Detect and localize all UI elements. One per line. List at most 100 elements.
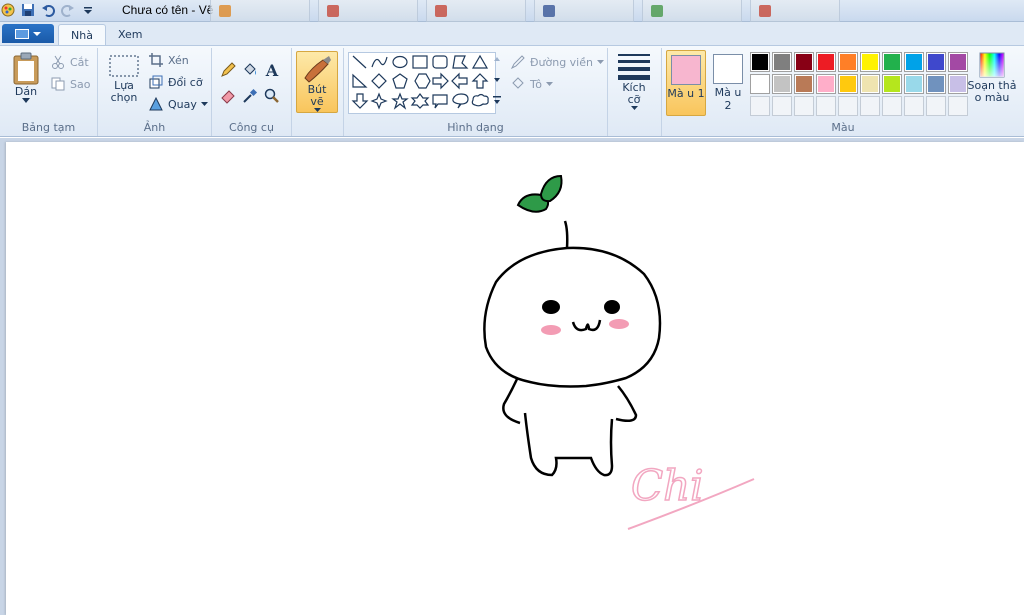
scissors-icon (50, 54, 66, 70)
rotate-button[interactable]: Quay (148, 96, 208, 112)
palette-color-swatch[interactable] (904, 74, 924, 94)
custom-color-slot[interactable] (794, 96, 814, 116)
palette-color-swatch[interactable] (926, 74, 946, 94)
palette-color-swatch[interactable] (838, 52, 858, 72)
redo-icon[interactable] (60, 2, 76, 18)
shape-fill-button[interactable]: Tô (510, 76, 554, 92)
eraser-tool[interactable] (218, 86, 238, 106)
clipboard-group: Dán Cắt Sao Bảng tạm (0, 48, 98, 136)
paste-button[interactable]: Dán (6, 52, 46, 104)
rectangle-shape-icon (412, 55, 428, 69)
brushes-button[interactable]: Bút vẽ (296, 51, 338, 113)
character-body (502, 378, 638, 477)
palette-color-swatch[interactable] (882, 52, 902, 72)
custom-color-slot[interactable] (750, 96, 770, 116)
custom-color-slot[interactable] (882, 96, 902, 116)
palette-color-swatch[interactable] (772, 52, 792, 72)
palette-color-swatch[interactable] (750, 74, 770, 94)
crop-label: Xén (168, 53, 189, 67)
shapes-gallery-scroll[interactable] (491, 52, 503, 114)
crop-button[interactable]: Xén (148, 52, 189, 68)
fill-tool[interactable] (240, 60, 260, 80)
color-spectrum-icon (979, 52, 1005, 78)
gallery-scroll-arrows-icon (493, 57, 501, 104)
title-bar: Chưa có tên - Vẽ (0, 0, 1024, 22)
palette-color-swatch[interactable] (860, 74, 880, 94)
edit-colors-label: Soạn thả o màu (967, 79, 1017, 104)
resize-button[interactable]: Đổi cỡ (148, 74, 203, 90)
palette-color-swatch[interactable] (860, 52, 880, 72)
cut-button[interactable]: Cắt (50, 54, 89, 70)
resize-icon (148, 74, 164, 90)
palette-color-swatch[interactable] (882, 74, 902, 94)
color-picker-tool[interactable] (240, 86, 260, 106)
tab-home[interactable]: Nhà (58, 24, 106, 45)
palette-color-swatch[interactable] (772, 74, 792, 94)
shapes-group-label: Hình dạng (447, 121, 504, 134)
palette-color-swatch[interactable] (816, 52, 836, 72)
background-tab (642, 0, 742, 22)
color-1-button[interactable]: Mà u 1 (666, 50, 706, 116)
background-tab (210, 0, 310, 22)
fill-bucket-icon (510, 76, 526, 92)
fill-bucket-icon (244, 63, 256, 75)
select-button[interactable]: Lựa chọn (104, 54, 144, 104)
copy-button[interactable]: Sao (50, 76, 90, 92)
right-arrow-shape-icon (432, 72, 449, 90)
custom-color-slot[interactable] (904, 96, 924, 116)
custom-color-slot[interactable] (838, 96, 858, 116)
size-label: Kích cỡ (622, 81, 646, 106)
clipboard-group-label: Bảng tạm (21, 121, 76, 134)
background-tab (318, 0, 418, 22)
color-2-button[interactable]: Mà u 2 (710, 50, 746, 116)
rotate-icon (148, 96, 164, 112)
resize-label: Đổi cỡ (168, 75, 203, 89)
palette-color-swatch[interactable] (926, 52, 946, 72)
tools-group: A Công cụ (212, 48, 292, 136)
size-button[interactable]: Kích cỡ (612, 52, 656, 114)
undo-icon[interactable] (40, 2, 56, 18)
color-2-label: Mà u 2 (714, 86, 742, 112)
drawing-canvas[interactable]: Chi (6, 142, 1024, 615)
color-2-swatch (713, 54, 743, 84)
tab-view[interactable]: Xem (106, 24, 155, 45)
customize-toolbar-icon[interactable] (80, 2, 96, 18)
palette-color-swatch[interactable] (838, 74, 858, 94)
palette-color-swatch[interactable] (948, 52, 968, 72)
custom-color-slot[interactable] (926, 96, 946, 116)
palette-color-swatch[interactable] (816, 74, 836, 94)
left-eye (542, 300, 560, 314)
text-icon: A (265, 60, 279, 80)
edit-colors-button[interactable]: Soạn thả o màu (966, 52, 1018, 114)
chevron-down-icon (596, 59, 604, 64)
text-tool[interactable]: A (262, 60, 282, 80)
palette-color-swatch[interactable] (750, 52, 770, 72)
palette-color-swatch[interactable] (794, 52, 814, 72)
custom-color-slot[interactable] (948, 96, 968, 116)
copy-icon (50, 76, 66, 92)
left-blush (541, 325, 561, 335)
ribbon: Dán Cắt Sao Bảng tạm Lựa chọn Xén Đổi cỡ (0, 45, 1024, 137)
palette-color-swatch[interactable] (948, 74, 968, 94)
pencil-tool[interactable] (218, 60, 238, 80)
palette-color-swatch[interactable] (794, 74, 814, 94)
ribbon-tab-row: Nhà Xem (0, 22, 1024, 45)
file-menu-button[interactable] (2, 24, 54, 43)
custom-color-slot[interactable] (772, 96, 792, 116)
shape-outline-button[interactable]: Đường viền (510, 54, 604, 70)
magnifier-tool[interactable] (262, 86, 282, 106)
color-1-label: Mà u 1 (667, 87, 705, 100)
chevron-down-icon (546, 81, 554, 86)
chevron-down-icon (630, 106, 638, 110)
pentagon-shape-icon (392, 73, 408, 89)
signature-text: Chi (631, 461, 704, 510)
brushes-label: Bút vẽ (307, 83, 327, 108)
save-icon[interactable] (20, 2, 36, 18)
custom-color-slot[interactable] (816, 96, 836, 116)
file-menu-icon (15, 28, 29, 39)
paint-app-icon[interactable] (0, 2, 16, 18)
custom-color-slot[interactable] (860, 96, 880, 116)
five-point-star-shape-icon (391, 92, 409, 110)
palette-color-swatch[interactable] (904, 52, 924, 72)
curve-shape-icon (371, 56, 388, 68)
